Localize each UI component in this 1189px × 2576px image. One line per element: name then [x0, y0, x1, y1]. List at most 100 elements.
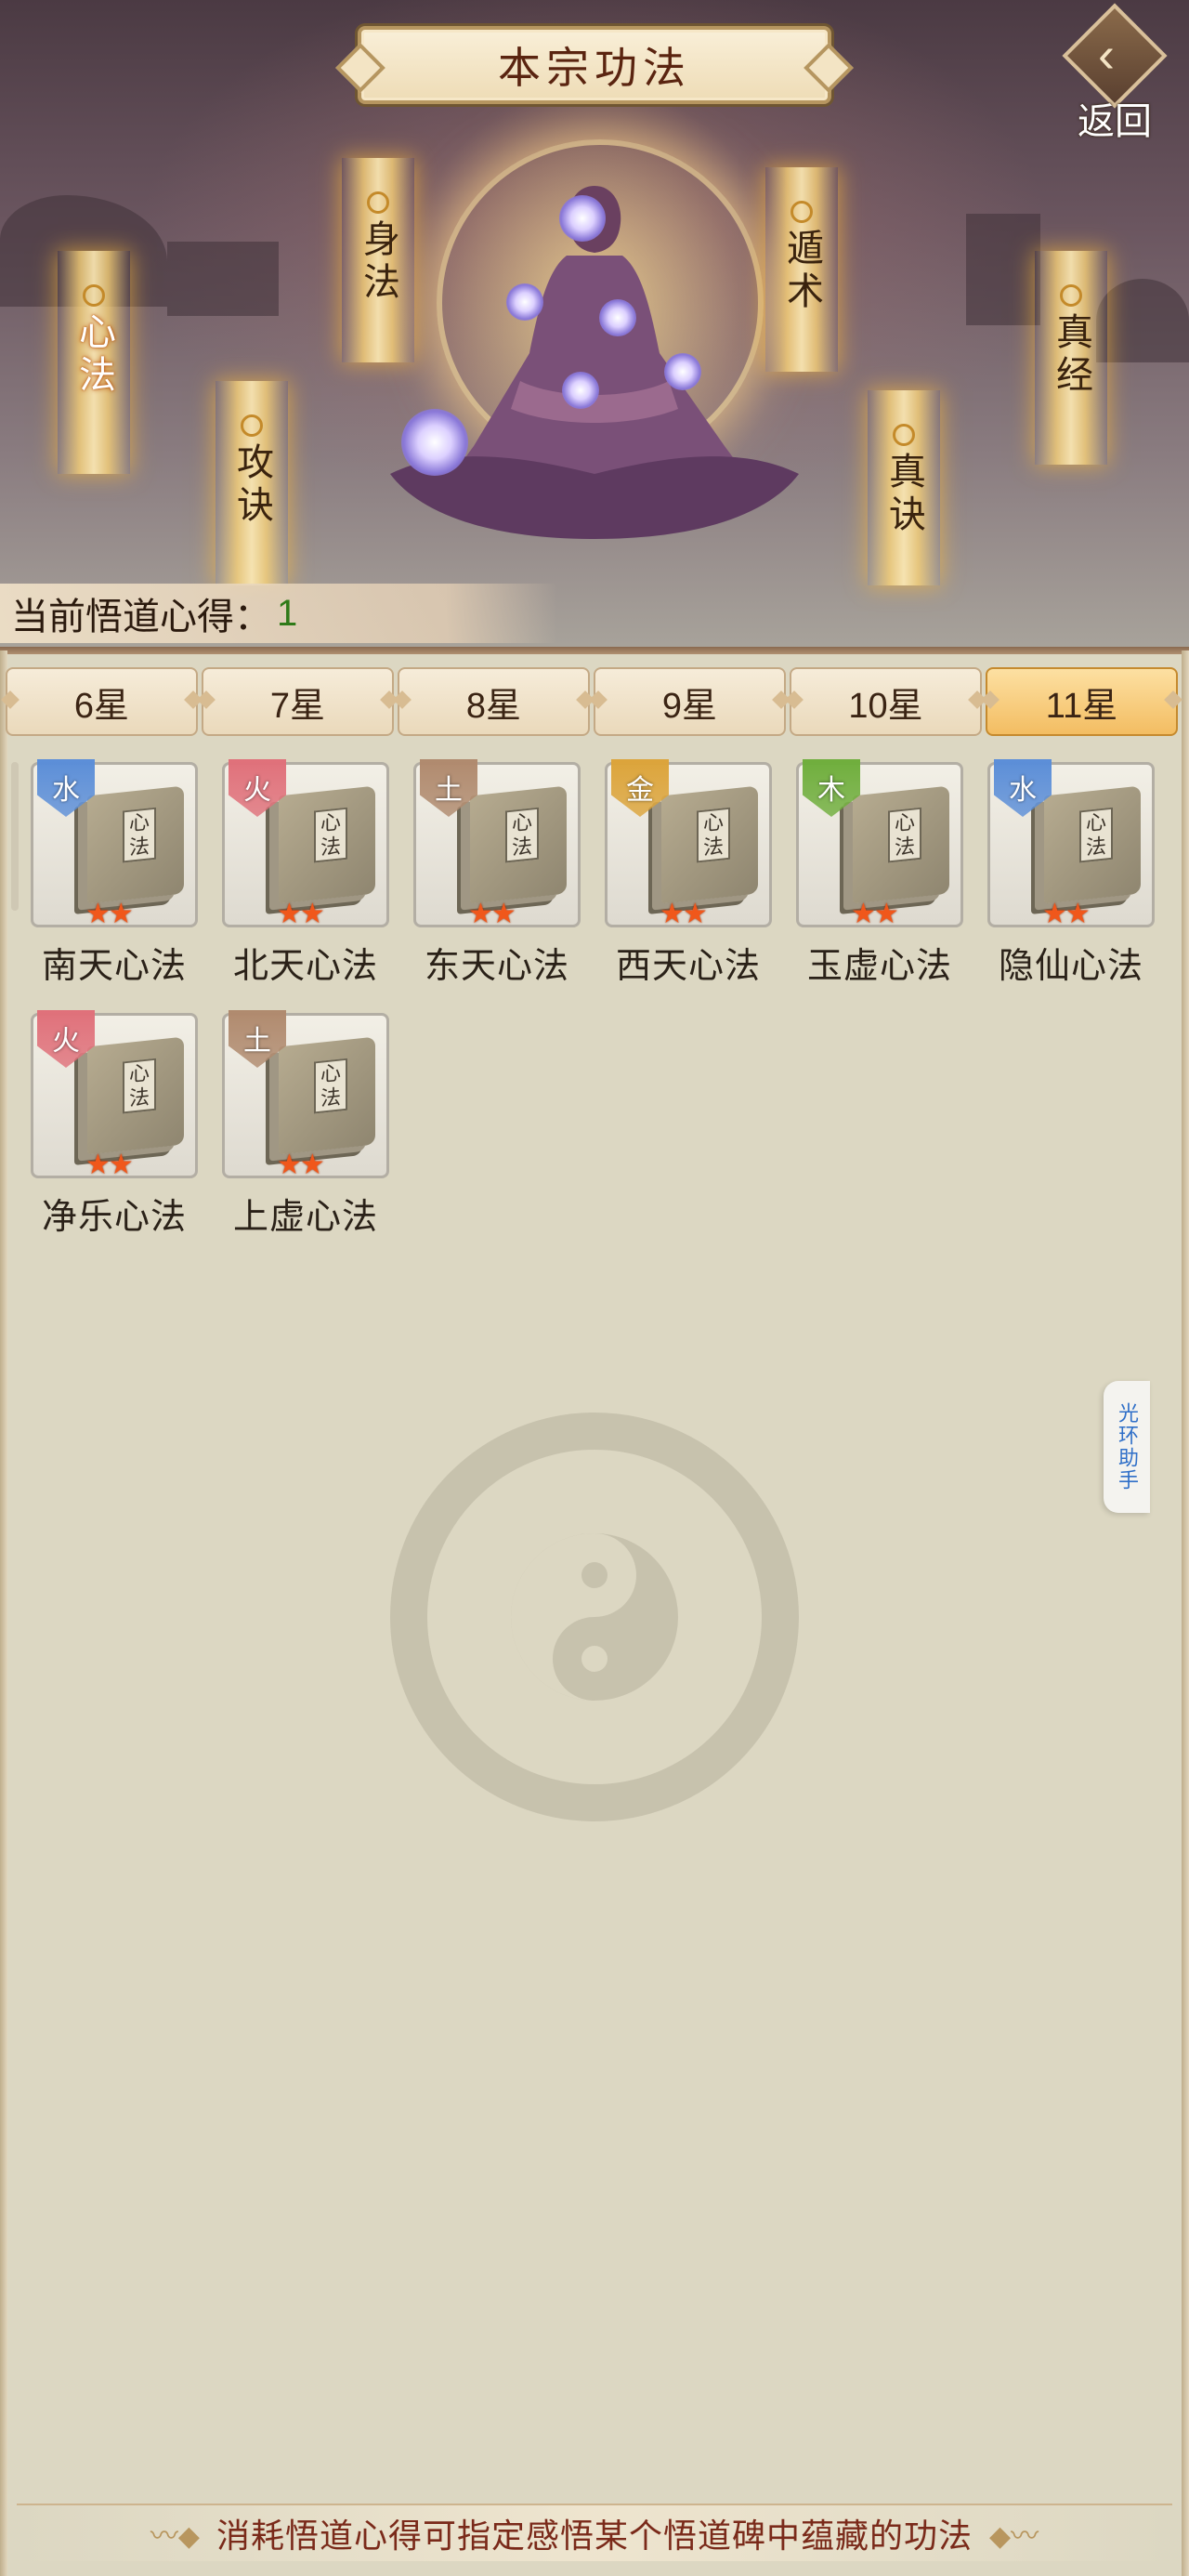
talisman-label: 攻诀 — [231, 442, 272, 528]
talisman-ornament — [241, 414, 263, 437]
talisman-xinfa[interactable]: 心法 — [58, 251, 130, 474]
frame-border — [0, 651, 7, 2576]
wood-element-badge: 木 — [803, 759, 860, 817]
star-icon: ★ — [108, 1150, 134, 1180]
glow-orb — [401, 409, 468, 476]
back-button[interactable]: ‹ 返回 — [1059, 3, 1180, 142]
earth-element-badge: 土 — [229, 1010, 286, 1068]
skill-name: 隐仙心法 — [998, 947, 1143, 986]
glow-orb — [599, 299, 636, 336]
skill-item[interactable]: 心法 水 ★ ★ 隐仙心法 — [987, 759, 1155, 986]
skill-name: 上虚心法 — [232, 1198, 378, 1237]
book-icon: 心法 — [853, 785, 949, 904]
talisman-dunshu[interactable]: 遁术 — [765, 167, 838, 372]
skill-item[interactable]: 心法 金 ★ ★ 西天心法 — [605, 759, 772, 986]
talisman-ornament — [790, 201, 813, 223]
skill-item[interactable]: 心法 水 ★ ★ 南天心法 — [31, 759, 198, 986]
halo-helper-button[interactable]: 光环助手 — [1104, 1381, 1150, 1513]
water-element-badge: 水 — [994, 759, 1052, 817]
skill-card: 心法 火 ★ ★ — [31, 1010, 198, 1180]
ornament-icon: 〰◆ — [150, 2521, 200, 2552]
skill-item[interactable]: 心法 火 ★ ★ 北天心法 — [222, 759, 389, 986]
star-icon: ★ — [299, 899, 325, 929]
talisman-gongjue[interactable]: 攻诀 — [216, 381, 288, 585]
tab-11-star[interactable]: 11星 — [986, 667, 1178, 736]
star-icon: ★ — [1065, 899, 1091, 929]
earth-element-badge: 土 — [420, 759, 477, 817]
helper-label: 光环助手 — [1116, 1402, 1139, 1492]
tab-6-star[interactable]: 6星 — [6, 667, 198, 736]
back-label: 返回 — [1078, 101, 1152, 142]
skill-name: 净乐心法 — [41, 1198, 187, 1237]
star-icon: ★ — [85, 899, 111, 929]
star-icon: ★ — [277, 1150, 302, 1180]
glow-orb — [559, 195, 606, 242]
book-label: 心法 — [505, 807, 539, 863]
pavilion-silhouette — [966, 214, 1040, 325]
fire-element-badge: 火 — [229, 759, 286, 817]
glow-orb — [664, 353, 701, 390]
star-icon: ★ — [851, 899, 876, 929]
talisman-label: 身法 — [358, 219, 399, 305]
glow-orb — [562, 372, 599, 409]
skill-name: 东天心法 — [424, 947, 569, 986]
insight-label: 当前悟道心得： — [11, 597, 271, 637]
skill-card: 心法 木 ★ ★ — [796, 759, 963, 929]
star-icon: ★ — [108, 899, 134, 929]
book-icon: 心法 — [470, 785, 567, 904]
bottom-note-text: 消耗悟道心得可指定感悟某个悟道碑中蕴藏的功法 — [216, 2517, 973, 2555]
talisman-zhenjue[interactable]: 真诀 — [868, 390, 940, 585]
skill-card: 心法 土 ★ ★ — [222, 1010, 389, 1180]
star-icon: ★ — [1042, 899, 1067, 929]
skill-name: 玉虚心法 — [806, 947, 952, 986]
star-icon: ★ — [85, 1150, 111, 1180]
star-rating: ★ ★ — [277, 899, 325, 929]
talisman-shenfa[interactable]: 身法 — [342, 158, 414, 362]
book-icon: 心法 — [1044, 785, 1141, 904]
skill-item[interactable]: 心法 火 ★ ★ 净乐心法 — [31, 1010, 198, 1237]
star-icon: ★ — [468, 899, 493, 929]
talisman-label: 真经 — [1051, 312, 1091, 398]
skill-card: 心法 火 ★ ★ — [222, 759, 389, 929]
page-title-plate: 本宗功法 — [358, 26, 831, 104]
scrollbar[interactable] — [11, 762, 19, 911]
star-rating: ★ ★ — [85, 1150, 134, 1180]
star-icon: ★ — [277, 899, 302, 929]
insight-value: 1 — [277, 592, 298, 634]
talisman-zhenjing[interactable]: 真经 — [1035, 251, 1107, 465]
tab-8-star[interactable]: 8星 — [398, 667, 590, 736]
skill-item[interactable]: 心法 土 ★ ★ 东天心法 — [413, 759, 581, 986]
star-tabs: 6星 7星 8星 9星 10星 11星 — [6, 667, 1183, 738]
talisman-ornament — [893, 424, 915, 446]
tab-9-star[interactable]: 9星 — [594, 667, 786, 736]
talisman-ornament — [367, 191, 389, 214]
page-title: 本宗功法 — [498, 44, 691, 92]
skill-item[interactable]: 心法 木 ★ ★ 玉虚心法 — [796, 759, 963, 986]
book-icon: 心法 — [87, 1036, 184, 1155]
book-label: 心法 — [314, 807, 347, 863]
star-icon: ★ — [299, 1150, 325, 1180]
skill-card: 心法 金 ★ ★ — [605, 759, 772, 929]
star-icon: ★ — [873, 899, 899, 929]
book-label: 心法 — [1079, 807, 1113, 863]
glow-orb — [506, 283, 543, 321]
bottom-note: 〰◆ 消耗悟道心得可指定感悟某个悟道碑中蕴藏的功法 ◆〰 — [17, 2504, 1172, 2561]
skill-name: 西天心法 — [615, 947, 761, 986]
metal-element-badge: 金 — [611, 759, 669, 817]
talisman-label: 遁术 — [781, 229, 822, 314]
star-rating: ★ ★ — [1042, 899, 1091, 929]
book-icon: 心法 — [87, 785, 184, 904]
tab-7-star[interactable]: 7星 — [202, 667, 394, 736]
skill-card: 心法 水 ★ ★ — [31, 759, 198, 929]
star-icon: ★ — [660, 899, 685, 929]
talisman-label: 真诀 — [883, 452, 924, 537]
mountain-silhouette — [1096, 279, 1189, 362]
skill-item[interactable]: 心法 土 ★ ★ 上虚心法 — [222, 1010, 389, 1237]
tab-10-star[interactable]: 10星 — [790, 667, 982, 736]
book-label: 心法 — [888, 807, 921, 863]
frame-border — [1182, 651, 1189, 2576]
book-label: 心法 — [314, 1058, 347, 1114]
book-label: 心法 — [123, 1058, 156, 1114]
pavilion-silhouette — [167, 242, 279, 316]
star-rating: ★ ★ — [468, 899, 516, 929]
